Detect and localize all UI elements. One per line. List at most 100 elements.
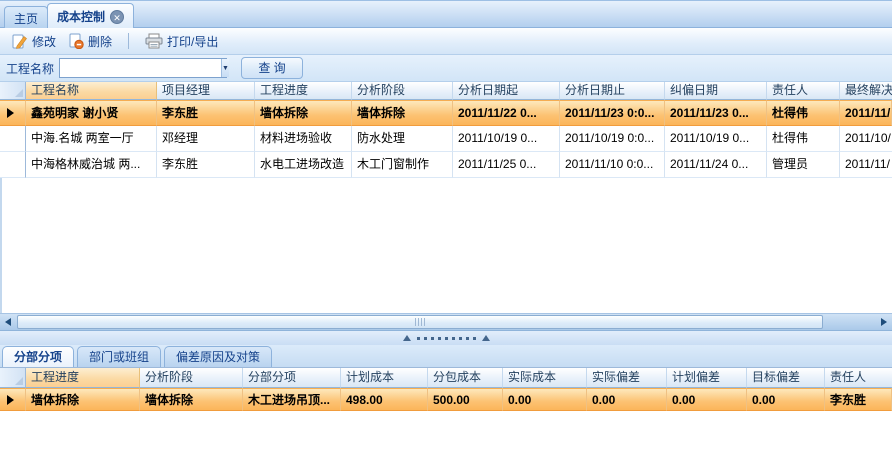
column-header-planned-cost[interactable]: 计划成本 [341,368,428,388]
column-header-target-deviation[interactable]: 目标偏差 [747,368,825,388]
column-header-analysis-date-end[interactable]: 分析日期止 [560,82,665,100]
table-row[interactable]: 中海.名城 两室一厅 邓经理 材料进场验收 防水处理 2011/10/19 0.… [0,126,892,152]
cell-analysis-date-end[interactable]: 2011/10/19 0:0... [560,126,665,152]
query-button[interactable]: 查 询 [241,57,303,79]
cell-analysis-date-end[interactable]: 2011/11/23 0:0... [560,100,665,126]
modify-label: 修改 [32,33,56,50]
cell-progress[interactable]: 水电工进场改造 [255,152,352,178]
table-row[interactable]: 中海格林威治城 两... 李东胜 水电工进场改造 木工门窗制作 2011/11/… [0,152,892,178]
tab-department-team[interactable]: 部门或班组 [77,346,161,367]
cell-target-deviation[interactable]: 0.00 [747,388,825,411]
cell-project-name[interactable]: 中海格林威治城 两... [26,152,157,178]
tab-home[interactable]: 主页 [4,6,48,29]
cell-correction-date[interactable]: 2011/10/19 0... [665,126,767,152]
scroll-left-button[interactable] [0,314,16,330]
project-name-input[interactable] [60,59,221,77]
cell-progress[interactable]: 材料进场验收 [255,126,352,152]
cell-responsible[interactable]: 管理员 [767,152,840,178]
row-selector-cell[interactable] [0,388,26,411]
scroll-right-button[interactable] [876,314,892,330]
table-row-selected[interactable]: 鑫苑明家 谢小贤 李东胜 墙体拆除 墙体拆除 2011/11/22 0... 2… [0,100,892,126]
column-header-progress[interactable]: 工程进度 [26,368,140,388]
column-header-analysis-date-start[interactable]: 分析日期起 [453,82,560,100]
cell-actual-deviation[interactable]: 0.00 [587,388,667,411]
cell-progress[interactable]: 墙体拆除 [26,388,140,411]
column-header-responsible[interactable]: 责任人 [767,82,840,100]
cell-analysis-stage[interactable]: 墙体拆除 [352,100,453,126]
select-all-cell[interactable] [0,82,26,100]
row-selector-cell[interactable] [0,100,26,126]
cell-final-resolve[interactable]: 2011/11/ [840,100,892,126]
cell-project-name[interactable]: 中海.名城 两室一厅 [26,126,157,152]
column-header-correction-date[interactable]: 纠偏日期 [665,82,767,100]
printer-icon [145,33,163,49]
cell-planned-cost[interactable]: 498.00 [341,388,428,411]
column-header-planned-deviation[interactable]: 计划偏差 [667,368,747,388]
tab-subdivision-items[interactable]: 分部分项 [2,346,74,367]
cell-planned-deviation[interactable]: 0.00 [667,388,747,411]
row-selector-cell[interactable] [0,152,26,178]
cell-final-resolve[interactable]: 2011/10/ [840,126,892,152]
column-header-actual-cost[interactable]: 实际成本 [503,368,587,388]
close-tab-icon[interactable]: ✕ [110,10,124,24]
cell-project-manager[interactable]: 邓经理 [157,126,255,152]
tab-cost-control[interactable]: 成本控制 ✕ [47,3,134,29]
cell-analysis-date-start[interactable]: 2011/11/25 0... [453,152,560,178]
cell-analysis-date-end[interactable]: 2011/11/10 0:0... [560,152,665,178]
cell-project-manager[interactable]: 李东胜 [157,100,255,126]
current-row-arrow-icon [7,395,14,405]
column-header-responsible[interactable]: 责任人 [825,368,892,388]
cell-responsible[interactable]: 杜得伟 [767,100,840,126]
column-header-analysis-stage[interactable]: 分析阶段 [352,82,453,100]
detail-tabstrip: 分部分项 部门或班组 偏差原因及对策 [0,345,892,368]
delete-button[interactable]: 删除 [62,31,118,52]
project-name-combobox[interactable]: ▼ [59,58,227,78]
cell-progress[interactable]: 墙体拆除 [255,100,352,126]
tab-home-label: 主页 [14,10,38,27]
cell-analysis-date-start[interactable]: 2011/10/19 0... [453,126,560,152]
splitter-collapse-up-icon[interactable] [482,335,490,341]
cell-correction-date[interactable]: 2011/11/23 0... [665,100,767,126]
cell-analysis-stage[interactable]: 墙体拆除 [140,388,243,411]
cell-project-manager[interactable]: 李东胜 [157,152,255,178]
thumb-grip-icon [424,318,425,326]
table-row-selected[interactable]: 墙体拆除 墙体拆除 木工进场吊顶... 498.00 500.00 0.00 0… [0,388,892,411]
cell-analysis-date-start[interactable]: 2011/11/22 0... [453,100,560,126]
current-row-arrow-icon [7,108,14,118]
combobox-dropdown-button[interactable]: ▼ [221,59,229,77]
tab-cost-control-label: 成本控制 [57,8,105,25]
cell-actual-cost[interactable]: 0.00 [503,388,587,411]
splitter-collapse-up-icon[interactable] [403,335,411,341]
query-button-label: 查 询 [258,61,285,75]
panel-splitter[interactable] [0,331,892,345]
column-header-subcontract-cost[interactable]: 分包成本 [428,368,503,388]
cell-final-resolve[interactable]: 2011/11/ [840,152,892,178]
tab-deviation-causes[interactable]: 偏差原因及对策 [164,346,272,367]
cell-project-name[interactable]: 鑫苑明家 谢小贤 [26,100,157,126]
horizontal-scrollbar[interactable] [0,313,892,331]
modify-button[interactable]: 修改 [6,31,62,52]
row-selector-cell[interactable] [0,126,26,152]
cell-responsible[interactable]: 杜得伟 [767,126,840,152]
print-export-button[interactable]: 打印/导出 [139,31,224,52]
column-header-project-name[interactable]: 工程名称 [26,82,157,100]
column-header-subdivision[interactable]: 分部分项 [243,368,341,388]
column-header-final-resolve[interactable]: 最终解决 [840,82,892,100]
cell-analysis-stage[interactable]: 防水处理 [352,126,453,152]
splitter-grip-icon [417,337,476,340]
column-header-actual-deviation[interactable]: 实际偏差 [587,368,667,388]
column-header-project-manager[interactable]: 项目经理 [157,82,255,100]
column-header-analysis-stage[interactable]: 分析阶段 [140,368,243,388]
cell-analysis-stage[interactable]: 木工门窗制作 [352,152,453,178]
cell-subdivision[interactable]: 木工进场吊顶... [243,388,341,411]
column-header-progress[interactable]: 工程进度 [255,82,352,100]
select-all-cell[interactable] [0,368,26,388]
thumb-grip-icon [421,318,422,326]
cell-responsible[interactable]: 李东胜 [825,388,892,411]
scrollbar-thumb[interactable] [17,315,823,329]
arrow-right-icon [881,318,887,326]
cell-subcontract-cost[interactable]: 500.00 [428,388,503,411]
main-table-empty-area [0,178,892,313]
cell-correction-date[interactable]: 2011/11/24 0... [665,152,767,178]
edit-pencil-icon [12,33,28,49]
